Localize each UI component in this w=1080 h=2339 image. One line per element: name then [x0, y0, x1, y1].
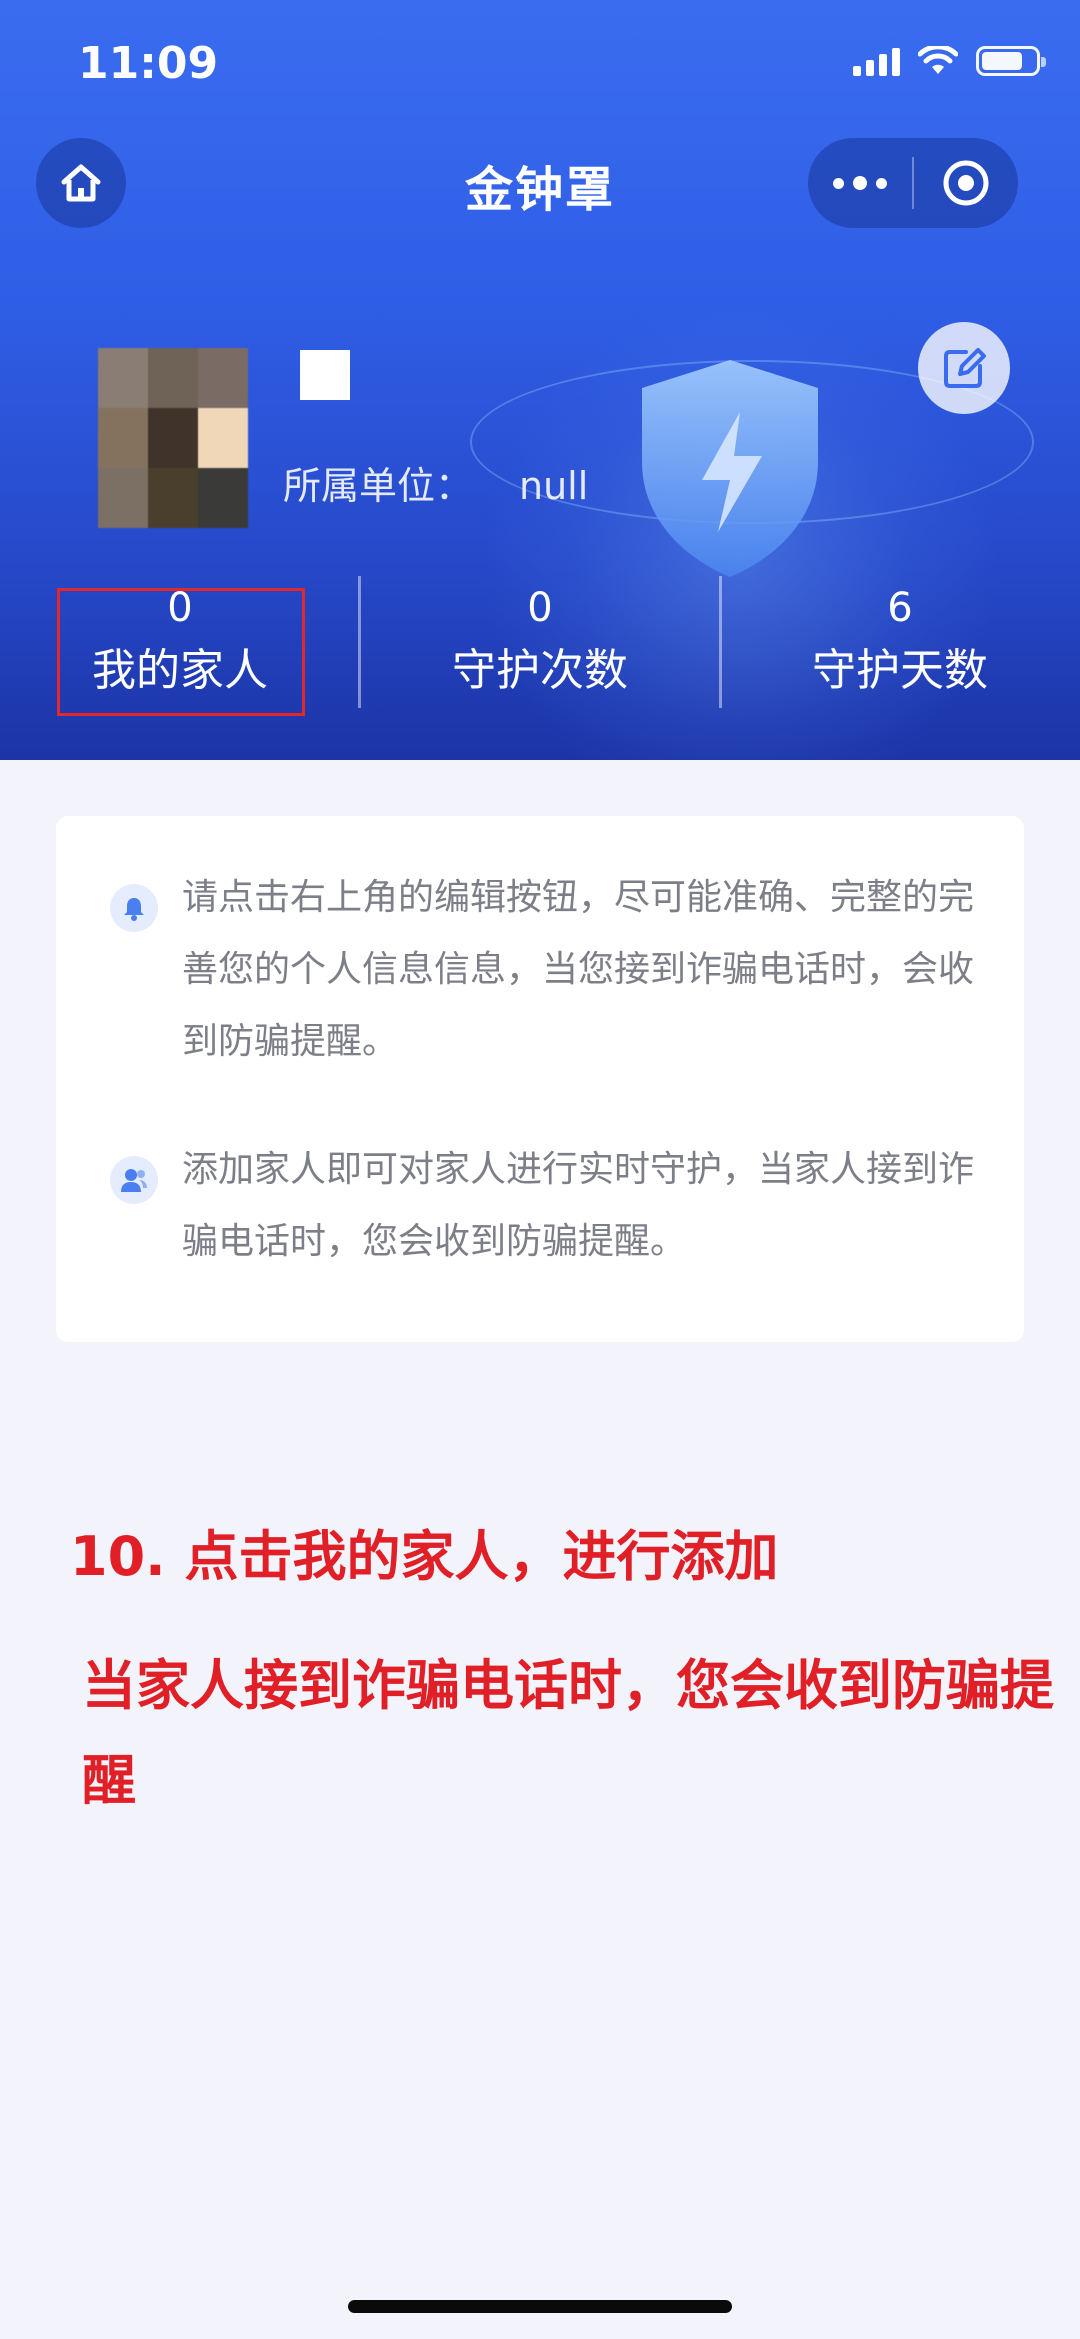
more-button[interactable] [808, 138, 912, 228]
family-icon [110, 1156, 158, 1204]
edit-icon [944, 348, 986, 388]
tip-text: 请点击右上角的编辑按钮，尽可能准确、完整的完善您的个人信息信息，当您接到诈骗电话… [182, 877, 975, 1062]
org-row: 所属单位： null [283, 455, 588, 510]
annotation-highlight-box [57, 588, 305, 716]
username-redacted [300, 350, 350, 400]
shield-icon [642, 360, 818, 577]
annotation-step: 10. 点击我的家人，进行添加 [70, 1525, 779, 1588]
status-time: 11:09 [78, 38, 219, 89]
stat-guard-days[interactable]: 6 守护天数 [720, 582, 1080, 712]
stat-label: 守护次数 [452, 645, 628, 696]
stat-label: 守护天数 [812, 645, 988, 696]
org-label: 所属单位： [283, 464, 474, 508]
signal-icon [853, 46, 900, 76]
close-miniprogram-button[interactable] [914, 138, 1018, 228]
annotation-note: 当家人接到诈骗电话时，您会收到防骗提醒 [82, 1654, 1054, 1812]
org-value: null [519, 464, 589, 508]
stat-divider [358, 576, 361, 708]
stat-divider [719, 576, 722, 708]
status-icons [853, 46, 1046, 76]
battery-icon [976, 46, 1046, 76]
home-indicator[interactable] [348, 2300, 732, 2313]
edit-profile-button[interactable] [918, 322, 1010, 414]
header-banner: 11:09 金钟罩 所属单位： null 0 我的家人 0 守护次数 6 守护天… [0, 0, 1080, 760]
bell-icon [110, 884, 158, 932]
miniprogram-capsule [808, 138, 1018, 228]
stat-value: 6 [887, 585, 913, 631]
avatar [98, 348, 248, 528]
tip-text: 添加家人即可对家人进行实时守护，当家人接到诈骗电话时，您会收到防骗提醒。 [182, 1149, 975, 1262]
target-icon [943, 160, 989, 206]
stat-value: 0 [527, 585, 553, 631]
wifi-icon [918, 46, 958, 74]
tips-card: 请点击右上角的编辑按钮，尽可能准确、完整的完善您的个人信息信息，当您接到诈骗电话… [56, 816, 1024, 1342]
stat-guard-count[interactable]: 0 守护次数 [360, 582, 720, 712]
